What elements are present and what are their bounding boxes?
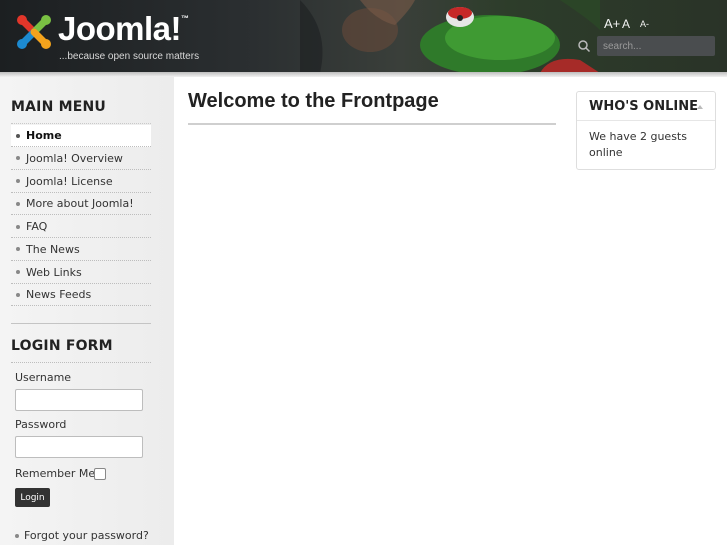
bullet-icon xyxy=(16,179,20,183)
site-header: Joomla!™ ...because open source matters … xyxy=(0,0,727,73)
menu-item-news-feeds[interactable]: News Feeds xyxy=(11,284,151,307)
collapse-arrow-icon[interactable] xyxy=(697,105,703,109)
whos-online-divider xyxy=(577,120,715,121)
username-label: Username xyxy=(15,371,72,384)
bullet-icon xyxy=(16,270,20,274)
menu-item-label: Home xyxy=(26,129,62,142)
menu-item-label: News Feeds xyxy=(26,288,92,302)
menu-item-label: FAQ xyxy=(26,220,48,233)
bullet-icon xyxy=(15,533,19,538)
site-tagline: ...because open source matters xyxy=(59,51,200,62)
menu-item-the-news[interactable]: The News xyxy=(11,239,151,261)
bullet-icon xyxy=(16,292,20,297)
bullet-icon xyxy=(16,201,20,206)
menu-item-label: More about Joomla! xyxy=(26,197,134,211)
site-logo-text[interactable]: Joomla!™ xyxy=(58,10,189,48)
whos-online-title: WHO'S ONLINE xyxy=(589,99,698,114)
whos-online-module: WHO'S ONLINE We have 2 guests online xyxy=(576,91,716,170)
menu-item-label: Joomla! Overview xyxy=(26,151,123,165)
main-menu-title-divider xyxy=(11,123,151,124)
font-decrease-button[interactable]: A- xyxy=(640,19,649,29)
main-menu: Home Joomla! Overview Joomla! License Mo… xyxy=(11,125,151,307)
bullet-icon xyxy=(16,133,20,138)
menu-item-web-links[interactable]: Web Links xyxy=(11,262,151,284)
bullet-icon xyxy=(16,156,20,161)
page-title-divider xyxy=(188,123,556,125)
login-button[interactable]: Login xyxy=(15,488,50,507)
search-icon xyxy=(578,40,591,53)
menu-item-label: Web Links xyxy=(26,265,82,279)
login-title-divider xyxy=(11,362,151,363)
search-input[interactable] xyxy=(597,36,715,56)
password-label: Password xyxy=(15,418,67,431)
page-title: Welcome to the Frontpage xyxy=(188,90,439,112)
bullet-icon xyxy=(16,224,20,229)
bullet-icon xyxy=(16,247,20,252)
password-field[interactable] xyxy=(15,436,143,458)
menu-item-label: Joomla! License xyxy=(26,174,113,188)
menu-item-joomla-license[interactable]: Joomla! License xyxy=(11,171,151,193)
font-reset-button[interactable]: A xyxy=(622,17,630,31)
joomla-logo-icon[interactable] xyxy=(14,12,54,52)
whos-online-text: We have 2 guests online xyxy=(589,130,687,159)
main-menu-title: MAIN MENU xyxy=(11,99,106,115)
login-form-title: LOGIN FORM xyxy=(11,338,113,354)
remember-me-label: Remember Me xyxy=(15,467,96,480)
menu-item-more-about-joomla[interactable]: More about Joomla! xyxy=(11,193,151,216)
font-increase-button[interactable]: A+ xyxy=(604,16,620,31)
menu-item-faq[interactable]: FAQ xyxy=(11,216,151,238)
menu-item-joomla-overview[interactable]: Joomla! Overview xyxy=(11,148,151,170)
forgot-password-link[interactable]: Forgot your password? xyxy=(15,529,149,542)
menu-item-home[interactable]: Home xyxy=(11,125,151,147)
username-field[interactable] xyxy=(15,389,143,411)
menu-item-label: The News xyxy=(26,242,80,256)
forgot-password-label: Forgot your password? xyxy=(24,529,149,542)
module-separator xyxy=(11,323,151,324)
header-frog-image xyxy=(300,0,600,73)
remember-me-checkbox[interactable] xyxy=(94,468,106,480)
